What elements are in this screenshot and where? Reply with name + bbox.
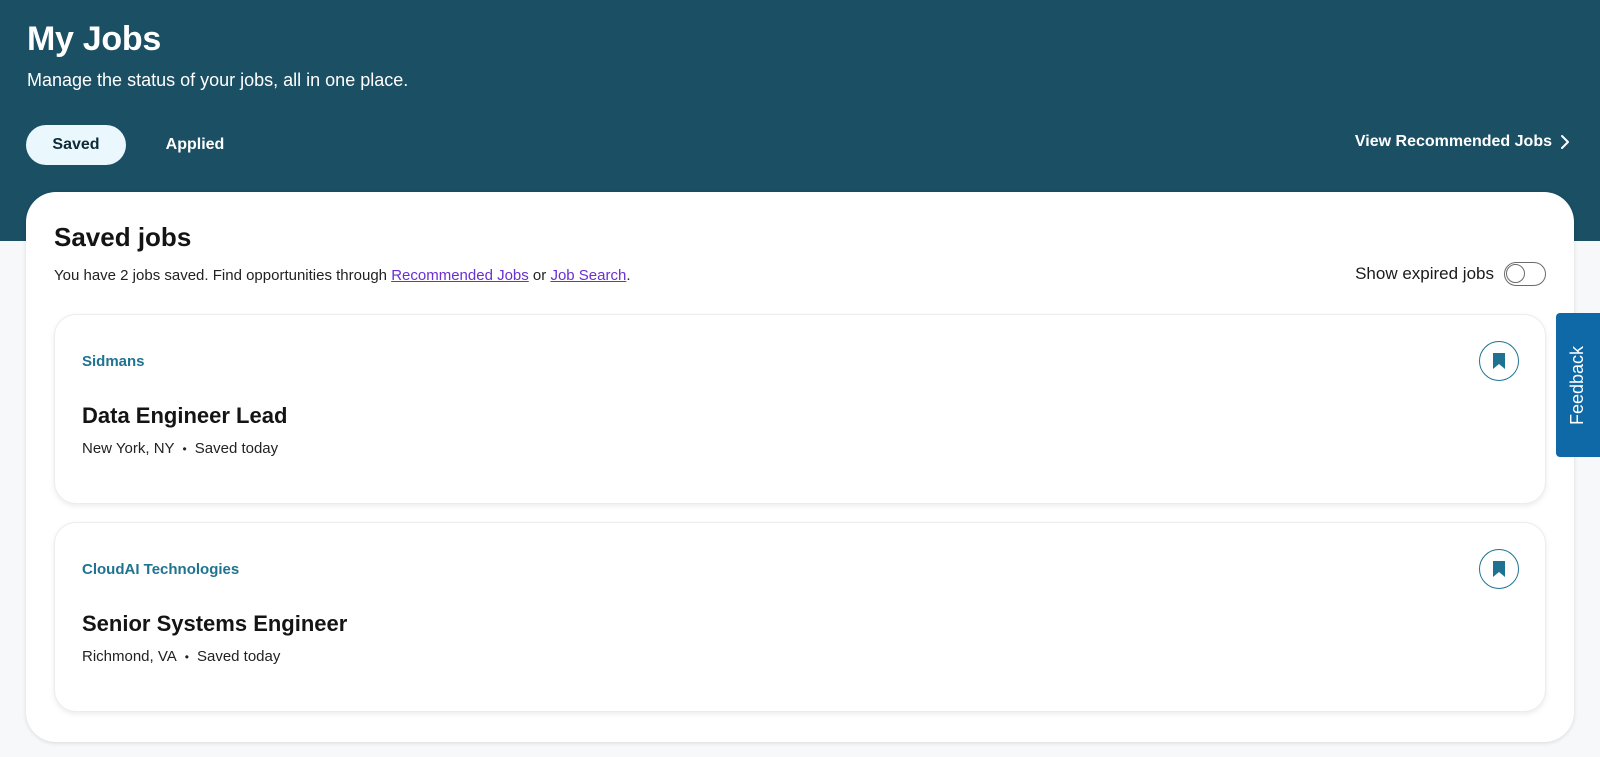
- job-search-link[interactable]: Job Search: [550, 267, 626, 284]
- desc-or: or: [528, 267, 551, 284]
- view-recommended-jobs-link[interactable]: View Recommended Jobs: [1355, 133, 1570, 151]
- chevron-right-icon: [1561, 135, 1569, 149]
- bookmark-icon: [1493, 353, 1505, 369]
- job-saved-date: Saved today: [194, 440, 279, 457]
- tab-saved[interactable]: Saved: [26, 125, 126, 165]
- page-title: My Jobs: [27, 20, 161, 58]
- saved-jobs-panel: Saved jobs You have 2 jobs saved. Find o…: [26, 192, 1574, 742]
- saved-jobs-description: You have 2 jobs saved. Find opportunitie…: [54, 267, 631, 284]
- tab-applied[interactable]: Applied: [145, 125, 245, 165]
- separator-dot: •: [182, 441, 187, 456]
- job-meta: Richmond, VA • Saved today: [82, 648, 280, 665]
- recommended-jobs-link[interactable]: Recommended Jobs: [391, 267, 529, 284]
- separator-dot: •: [184, 649, 189, 664]
- job-saved-date: Saved today: [196, 648, 281, 665]
- job-card[interactable]: CloudAI Technologies Senior Systems Engi…: [54, 522, 1546, 712]
- job-card[interactable]: Sidmans Data Engineer Lead New York, NY …: [54, 314, 1546, 504]
- job-location: Richmond, VA: [82, 648, 177, 665]
- job-company: CloudAI Technologies: [82, 561, 240, 578]
- job-company: Sidmans: [82, 353, 145, 370]
- bookmark-button[interactable]: [1479, 341, 1519, 381]
- job-title: Data Engineer Lead: [82, 403, 288, 428]
- show-expired-jobs-control: Show expired jobs: [1355, 262, 1546, 286]
- job-title: Senior Systems Engineer: [82, 611, 348, 636]
- page-subtitle: Manage the status of your jobs, all in o…: [27, 70, 409, 90]
- view-recommended-jobs-label: View Recommended Jobs: [1354, 133, 1552, 150]
- job-meta: New York, NY • Saved today: [82, 440, 278, 457]
- desc-prefix: You have 2 jobs saved. Find opportunitie…: [54, 267, 392, 284]
- show-expired-jobs-label: Show expired jobs: [1355, 264, 1494, 283]
- bookmark-icon: [1493, 561, 1505, 577]
- feedback-tab[interactable]: Feedback: [1556, 313, 1600, 457]
- desc-suffix: .: [626, 267, 631, 284]
- toggle-knob: [1506, 264, 1525, 283]
- bookmark-button[interactable]: [1479, 549, 1519, 589]
- job-location: New York, NY: [82, 440, 175, 457]
- feedback-label: Feedback: [1567, 345, 1588, 425]
- saved-jobs-heading: Saved jobs: [54, 222, 192, 252]
- show-expired-jobs-toggle[interactable]: [1504, 262, 1546, 286]
